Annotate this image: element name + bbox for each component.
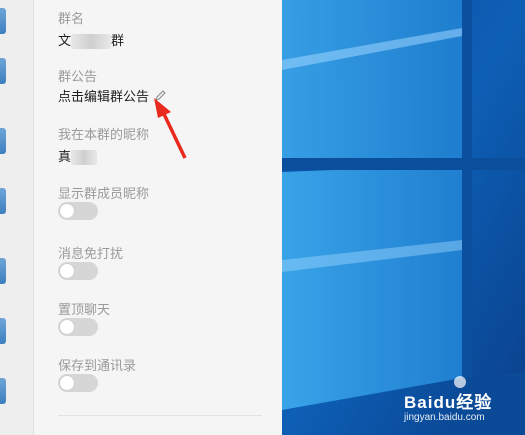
group-settings-panel: 群名 文群 群公告 点击编辑群公告 我在本群的昵称 真 显示群成员昵称 消息免打… <box>34 0 282 435</box>
show-nicknames-label: 显示群成员昵称 <box>58 187 150 202</box>
divider <box>58 415 262 416</box>
chat-avatar-thumb[interactable] <box>0 188 6 214</box>
edit-announcement-link[interactable]: 点击编辑群公告 <box>58 86 167 105</box>
toggle-knob <box>60 204 74 218</box>
pencil-icon[interactable] <box>153 89 167 103</box>
desktop-wallpaper <box>282 0 525 435</box>
announcement-label: 群公告 <box>58 70 98 85</box>
redacted-blur <box>71 150 98 165</box>
save-contacts-toggle[interactable] <box>58 374 98 392</box>
baidu-jingyan-watermark: Baidu经验 jingyan.baidu.com <box>404 393 493 423</box>
windows-wallpaper-image <box>282 0 525 435</box>
mute-label: 消息免打扰 <box>58 247 124 262</box>
group-name-value[interactable]: 文群 <box>58 30 124 49</box>
pin-chat-label: 置顶聊天 <box>58 303 111 318</box>
mute-toggle[interactable] <box>58 262 98 280</box>
chat-avatar-thumb[interactable] <box>0 8 6 34</box>
pin-chat-toggle[interactable] <box>58 318 98 336</box>
toggle-knob <box>60 320 74 334</box>
redacted-blur <box>71 34 112 49</box>
chat-avatar-thumb[interactable] <box>0 258 6 284</box>
toggle-knob <box>60 376 74 390</box>
save-contacts-label: 保存到通讯录 <box>58 359 137 374</box>
show-nicknames-toggle[interactable] <box>58 202 98 220</box>
group-name-label: 群名 <box>58 12 85 27</box>
nickname-value[interactable]: 真 <box>58 146 98 165</box>
chat-avatar-thumb[interactable] <box>0 378 6 404</box>
chat-avatar-thumb[interactable] <box>0 128 6 154</box>
nickname-label: 我在本群的昵称 <box>58 128 150 143</box>
chat-avatar-thumb[interactable] <box>0 318 6 344</box>
chat-avatar-thumb[interactable] <box>0 58 6 84</box>
toggle-knob <box>60 264 74 278</box>
chat-list-edge[interactable] <box>0 0 34 435</box>
